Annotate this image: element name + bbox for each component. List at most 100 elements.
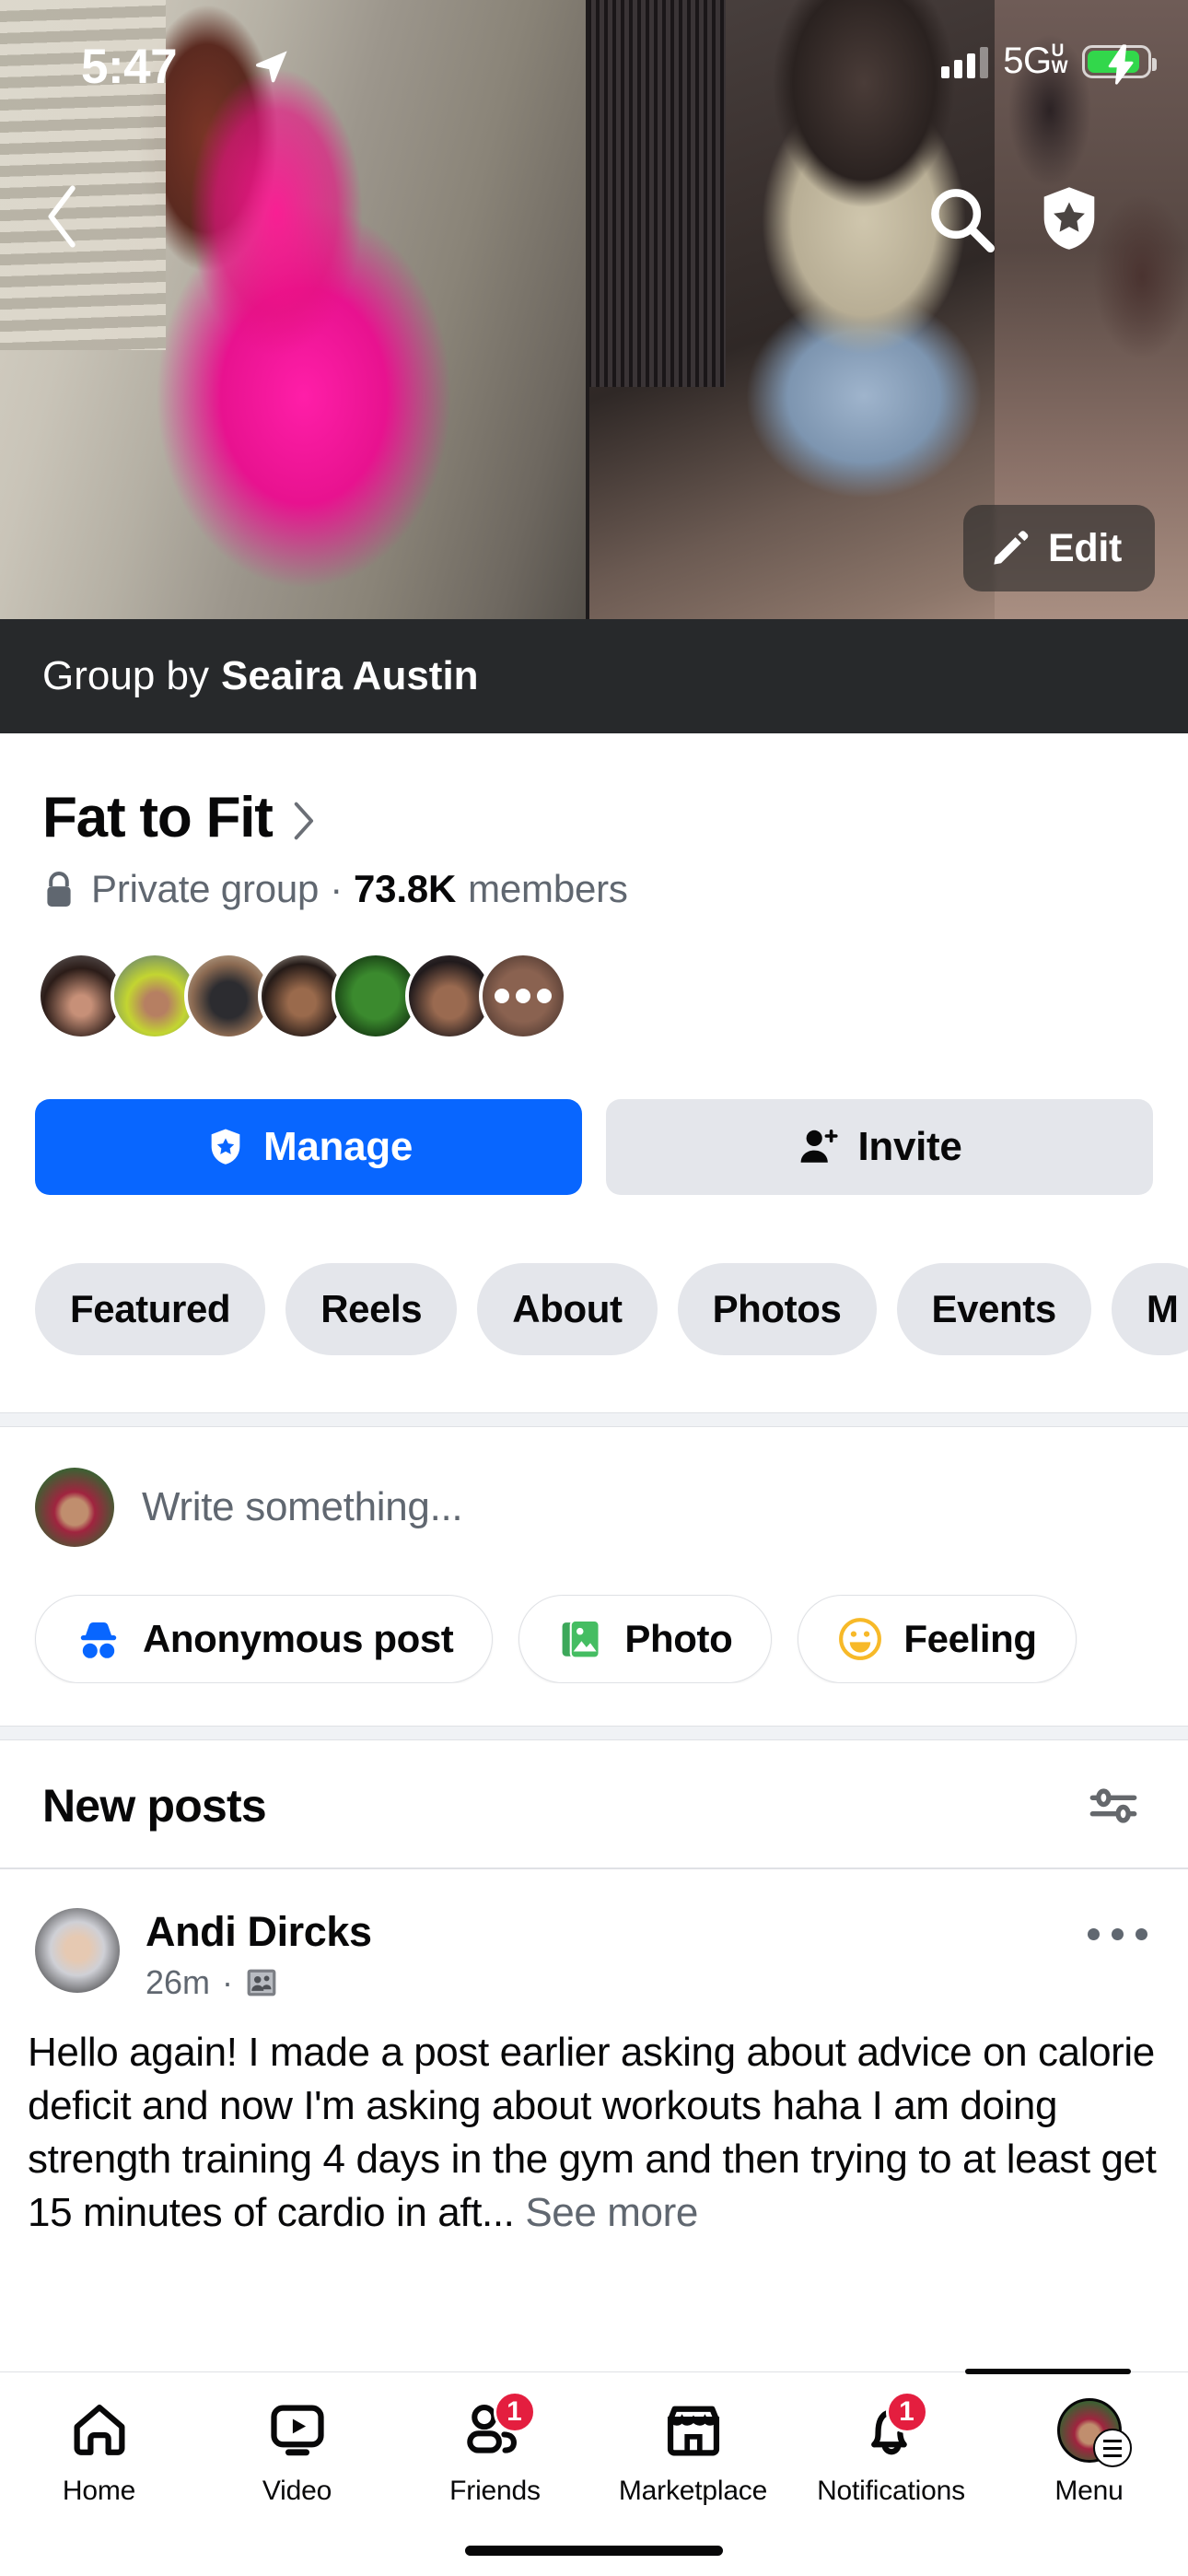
incognito-icon (80, 1622, 117, 1658)
nav-item-menu[interactable]: Menu (990, 2396, 1188, 2507)
nav-item-home[interactable]: Home (0, 2396, 198, 2507)
tab-featured[interactable]: Featured (35, 1263, 266, 1355)
feeling-button[interactable]: Feeling (798, 1595, 1077, 1683)
tab-label: About (512, 1287, 623, 1330)
tab-photos[interactable]: Photos (677, 1263, 877, 1355)
pencil-icon (994, 531, 1029, 565)
chevron-right-icon (294, 802, 313, 839)
back-chevron-icon (48, 185, 76, 248)
nav-item-notifications[interactable]: 1 Notifications (792, 2391, 990, 2507)
nav-item-marketplace[interactable]: Marketplace (594, 2396, 792, 2507)
member-facepile[interactable] (0, 911, 1188, 1040)
meta-separator: · (330, 867, 344, 910)
nav-item-friends[interactable]: 1 Friends (396, 2391, 594, 2507)
photo-button[interactable]: Photo (518, 1595, 773, 1683)
nav-label: Menu (1054, 2476, 1124, 2506)
edit-cover-button[interactable]: Edit (962, 505, 1155, 591)
group-info-section: Fat to Fit Private group · 73.8K members (0, 733, 1188, 2240)
friends-icon: 1 (462, 2391, 536, 2465)
home-icon (68, 2396, 131, 2465)
member-label: members (468, 867, 628, 910)
post-meta: Andi Dircks 26m · (146, 1908, 372, 2002)
invite-label: Invite (857, 1124, 962, 1169)
nav-label: Marketplace (618, 2476, 768, 2506)
bell-icon: 1 (860, 2391, 928, 2465)
group-privacy-label: Private group (91, 867, 320, 910)
nav-label: Video (262, 2476, 332, 2506)
cover-image-before (0, 0, 588, 619)
facebook-group-screen: 5:47 5G U W Edit Group by Seaira Austin … (0, 0, 1188, 2576)
feed-post: Andi Dircks 26m · Hello again! I made a … (0, 1869, 1188, 2240)
tab-label: Photos (712, 1287, 842, 1330)
nav-item-video[interactable]: Video (198, 2396, 396, 2507)
tab-label: Featured (70, 1287, 231, 1330)
tab-label: M (1146, 1287, 1179, 1330)
marketplace-icon (662, 2396, 725, 2465)
composer-action-buttons: Anonymous post Photo Feeling (0, 1547, 1188, 1683)
avatar[interactable] (35, 1908, 120, 1993)
tab-label: Reels (320, 1287, 423, 1330)
photo-icon (562, 1619, 601, 1659)
post-menu-button[interactable] (1088, 1928, 1147, 1940)
status-badge: 1 (885, 2391, 928, 2433)
group-owner-prefix: Group by (42, 653, 209, 698)
composer-action-label: Feeling (903, 1617, 1037, 1660)
see-more-link[interactable]: See more (525, 2190, 698, 2235)
search-icon[interactable] (925, 182, 996, 254)
nav-label: Notifications (817, 2476, 965, 2506)
sliders-icon[interactable] (1087, 1779, 1140, 1832)
group-owner-name[interactable]: Seaira Austin (221, 653, 479, 699)
menu-avatar-icon (1056, 2396, 1132, 2467)
back-button[interactable] (26, 180, 99, 253)
group-action-buttons: Manage Invite (0, 1040, 1188, 1195)
section-divider (0, 1412, 1188, 1427)
post-header: Andi Dircks 26m · (0, 1908, 1188, 2002)
video-icon (266, 2396, 329, 2465)
status-badge: 1 (493, 2391, 536, 2433)
composer-placeholder[interactable]: Write something... (142, 1484, 463, 1530)
invite-button[interactable]: Invite (606, 1099, 1153, 1195)
section-divider (0, 1726, 1188, 1740)
nav-label: Home (62, 2476, 136, 2506)
member-count: 73.8K (354, 867, 457, 910)
tab-about[interactable]: About (477, 1263, 658, 1355)
cover-divider (586, 0, 589, 619)
edit-cover-label: Edit (1047, 525, 1122, 570)
feed-section-title: New posts (42, 1780, 267, 1832)
anonymous-post-button[interactable]: Anonymous post (35, 1595, 494, 1683)
smiley-icon (839, 1618, 882, 1660)
manage-label: Manage (262, 1124, 413, 1169)
composer-action-label: Anonymous post (143, 1617, 454, 1660)
group-privacy-icon (247, 1969, 276, 1996)
post-subtitle: 26m · (146, 1963, 372, 2002)
hamburger-icon (1092, 2429, 1132, 2467)
tab-more-partial[interactable]: M (1111, 1263, 1188, 1355)
group-title-row[interactable]: Fat to Fit (0, 733, 1188, 850)
group-tab-chips[interactable]: Featured Reels About Photos Events M (0, 1195, 1188, 1355)
nav-label: Friends (449, 2476, 541, 2506)
tab-reels[interactable]: Reels (285, 1263, 458, 1355)
member-avatar-overflow[interactable] (479, 952, 567, 1040)
composer-action-label: Photo (624, 1617, 733, 1660)
avatar (1056, 2398, 1132, 2467)
post-text: Hello again! I made a post earlier askin… (0, 2002, 1188, 2240)
home-indicator (465, 2546, 723, 2556)
tab-label: Events (931, 1287, 1057, 1330)
post-separator: · (222, 1963, 234, 2001)
tab-events[interactable]: Events (896, 1263, 1091, 1355)
more-dots-icon (483, 955, 564, 1036)
active-tab-indicator (965, 2369, 1131, 2374)
manage-button[interactable]: Manage (35, 1099, 582, 1195)
shield-star-icon (211, 1129, 240, 1165)
avatar[interactable] (35, 1468, 114, 1547)
page-title: Fat to Fit (42, 786, 274, 849)
shield-star-icon[interactable] (1033, 182, 1105, 254)
person-add-icon (801, 1130, 839, 1163)
group-meta-row: Private group · 73.8K members (0, 850, 1188, 911)
group-owner-bar[interactable]: Group by Seaira Austin (0, 619, 1188, 733)
post-author-name[interactable]: Andi Dircks (146, 1908, 372, 1956)
lock-icon (47, 872, 71, 907)
feed-section-header: New posts (0, 1740, 1188, 1868)
post-timestamp: 26m (146, 1963, 211, 2001)
post-composer[interactable]: Write something... (0, 1427, 1188, 1547)
